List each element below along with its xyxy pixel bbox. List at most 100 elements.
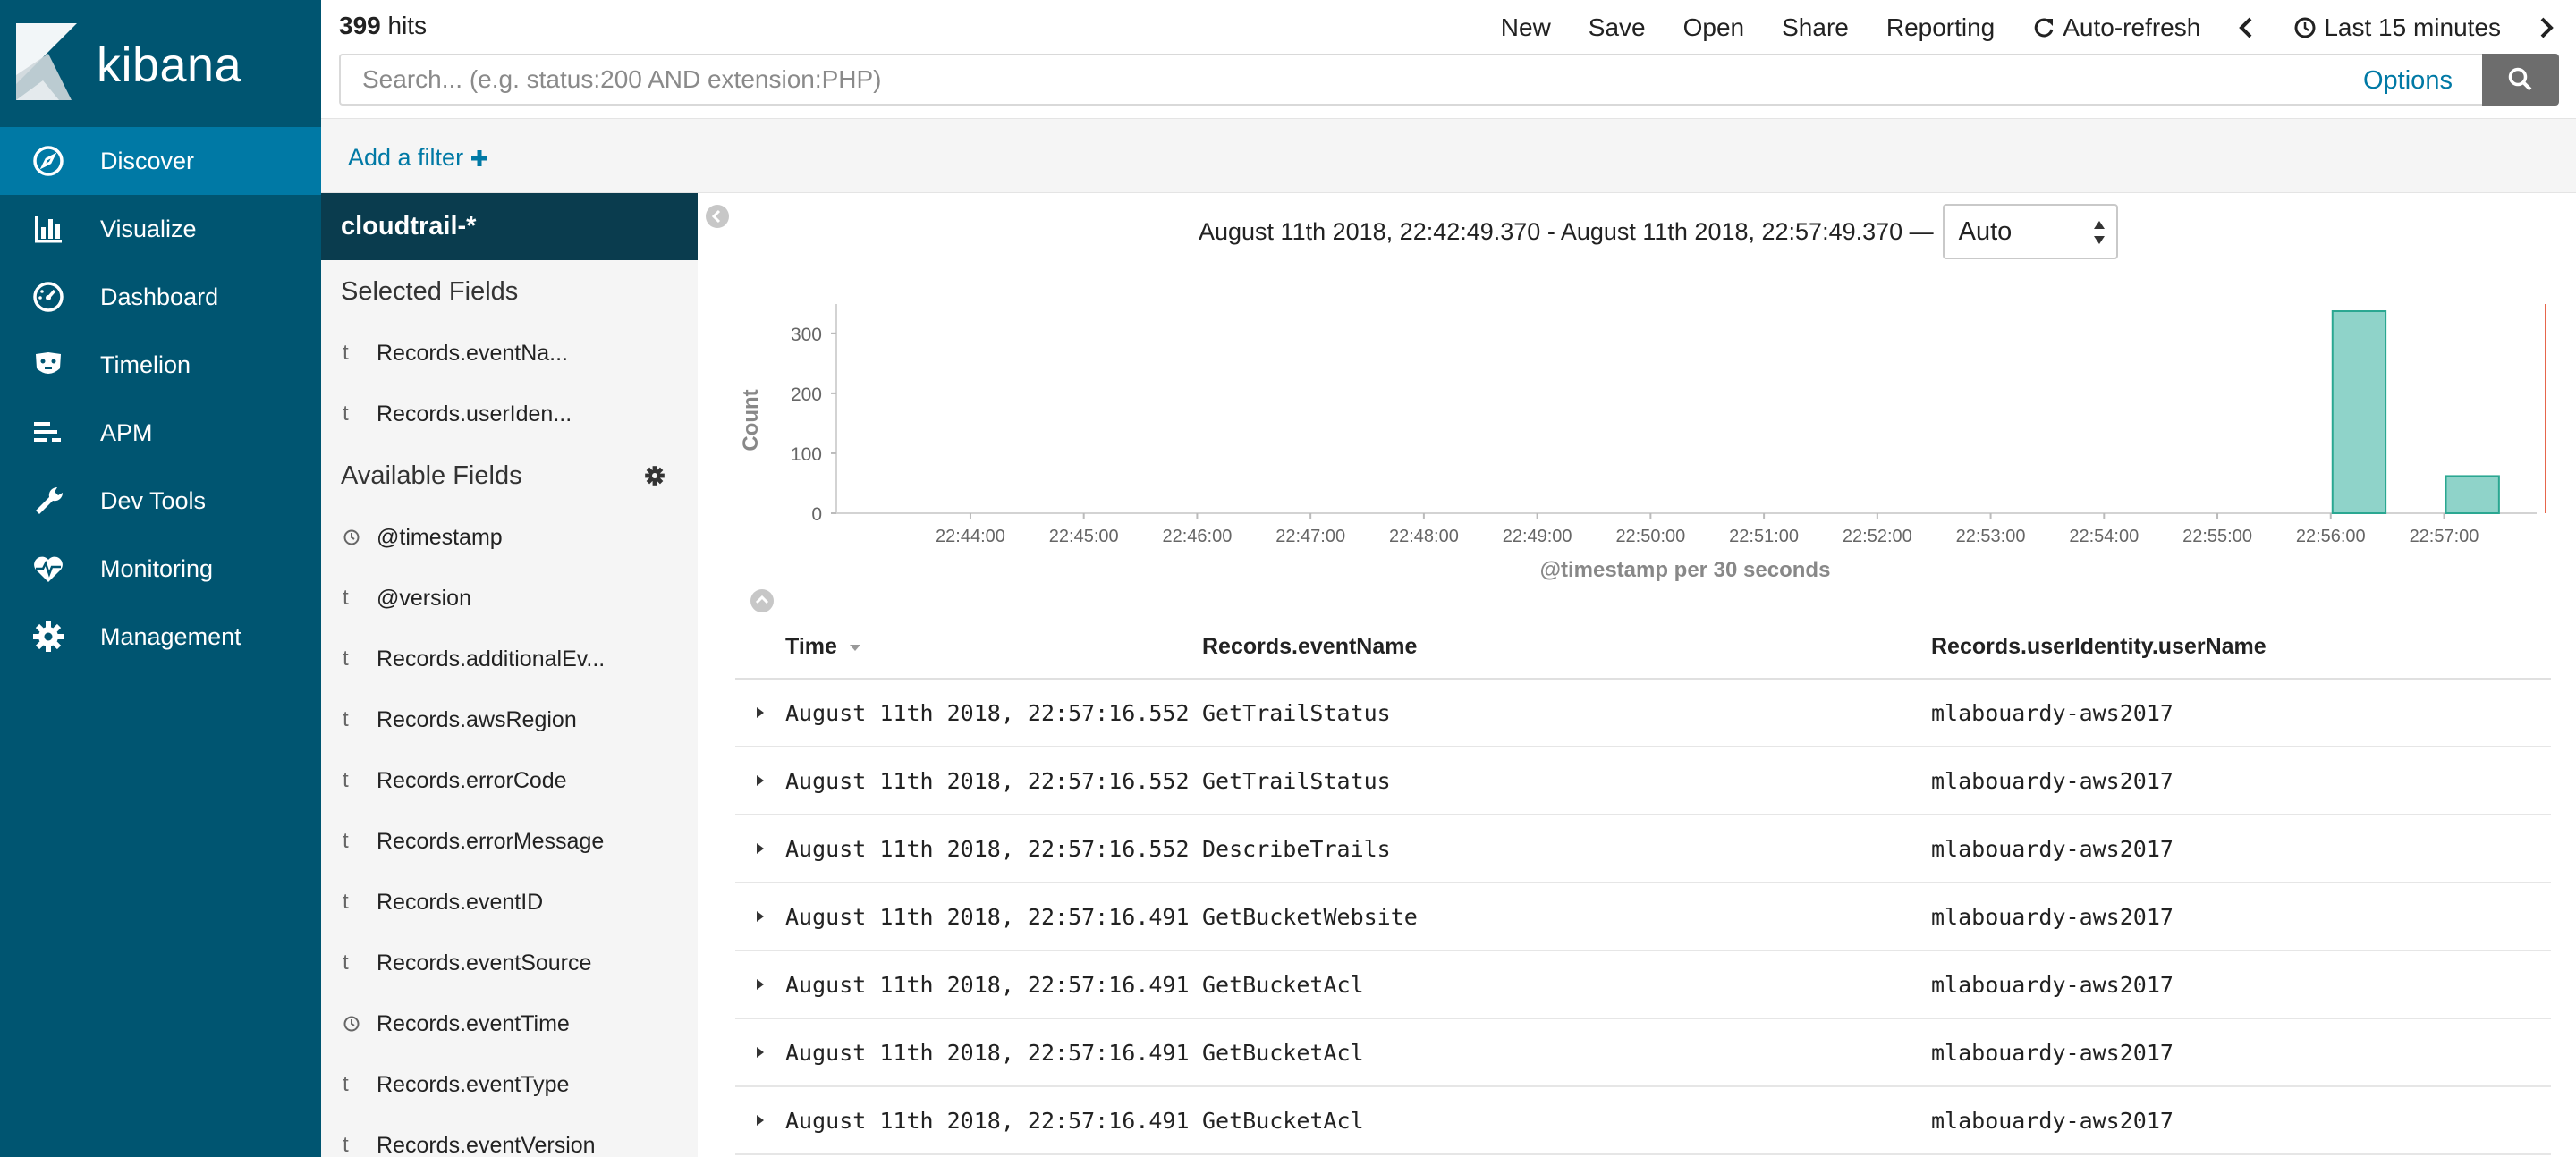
sidebar-item-management[interactable]: Management [0,603,321,671]
top-menu: New Save Open Share Reporting Auto-refre… [1501,0,2576,55]
interval-value: Auto [1958,216,2012,246]
cell-time: August 11th 2018, 22:57:16.491 [785,1039,1190,1066]
field-item[interactable]: t Records.awsRegion [321,689,698,750]
table-row[interactable]: August 11th 2018, 22:57:16.491 GetBucketA… [735,1087,2551,1155]
cell-user-name: mlabouardy-aws2017 [1931,1107,2174,1134]
compass-icon [33,146,64,176]
share-button[interactable]: Share [1782,13,1849,42]
index-pattern-selector[interactable]: cloudtrail-* [321,193,698,260]
reporting-button[interactable]: Reporting [1886,13,1995,42]
expand-row-button[interactable] [735,705,785,720]
top-bar: 399 hits New Save Open Share Reporting A… [321,0,2576,55]
search-icon [2508,67,2532,91]
document-table: Time Records.eventName Records.userIdent… [735,615,2551,1155]
expand-row-button[interactable] [735,841,785,856]
chevron-left-icon [2239,17,2252,38]
timelion-mask-icon [36,352,61,374]
x-tick-label: 22:49:00 [1503,527,1572,546]
sidebar-item-dashboard[interactable]: Dashboard [0,263,321,331]
cell-time: August 11th 2018, 22:57:16.491 [785,971,1190,998]
field-item[interactable]: t Records.additionalEv... [321,629,698,689]
collapse-sidebar-button[interactable] [705,204,730,233]
field-item[interactable]: Records.eventTime [321,993,698,1054]
field-settings-gear-icon[interactable] [644,465,665,486]
refresh-icon [2035,18,2054,38]
histogram-bar [2331,310,2387,514]
field-name: @version [377,585,471,611]
x-tick-label: 22:44:00 [936,527,1005,546]
sidebar-item-discover[interactable]: Discover [0,127,321,195]
discover-main: August 11th 2018, 22:42:49.370 - August … [698,193,2576,1157]
time-forward-button[interactable] [2538,16,2555,39]
sidebar-item-timelion[interactable]: Timelion [0,331,321,399]
collapse-chart-button[interactable] [750,588,775,618]
gear-icon [33,621,64,652]
table-row[interactable]: August 11th 2018, 22:57:16.552 GetTrailSt… [735,680,2551,747]
auto-refresh-button[interactable]: Auto-refresh [2032,13,2200,42]
bar-chart-icon [35,216,62,243]
kibana-logo-icon [16,23,77,100]
query-bar: Options [321,54,2576,107]
column-header-user-name[interactable]: Records.userIdentity.userName [1931,634,2548,660]
table-row[interactable]: August 11th 2018, 22:57:16.552 DescribeTr… [735,815,2551,883]
table-row[interactable]: August 11th 2018, 22:57:16.491 GetBucketW… [735,883,2551,951]
table-row[interactable]: August 11th 2018, 22:57:16.491 GetBucketA… [735,1019,2551,1087]
field-item[interactable]: t Records.eventType [321,1054,698,1115]
column-header-time[interactable]: Time [785,634,1202,660]
save-button[interactable]: Save [1589,13,1646,42]
sidebar-item-label: Timelion [100,350,191,378]
field-item[interactable]: t Records.userIden... [321,384,698,444]
new-button[interactable]: New [1501,13,1551,42]
collapse-left-icon [706,205,729,228]
field-item[interactable]: t @version [321,568,698,629]
table-row[interactable]: August 11th 2018, 22:57:16.552 GetTrailSt… [735,747,2551,815]
available-fields-title: Available Fields [321,444,698,507]
expand-row-button[interactable] [735,1045,785,1060]
field-item[interactable]: @timestamp [321,507,698,568]
column-header-label: Time [785,633,837,659]
x-tick-label: 22:55:00 [2182,527,2252,546]
cell-event-name: GetBucketAcl [1202,1107,1364,1134]
x-tick-label: 22:48:00 [1389,527,1459,546]
field-type-string: t [343,707,349,731]
column-header-event-name[interactable]: Records.eventName [1202,634,1931,660]
sidebar-item-dev-tools[interactable]: Dev Tools [0,467,321,535]
field-type-date [343,528,377,546]
expand-row-button[interactable] [735,977,785,992]
interval-select[interactable]: Auto [1942,204,2118,259]
table-row[interactable]: August 11th 2018, 22:57:16.491 GetBucketA… [735,951,2551,1019]
expand-row-button[interactable] [735,1113,785,1127]
search-button[interactable] [2482,54,2559,106]
field-item[interactable]: t Records.eventNa... [321,323,698,384]
time-back-button[interactable] [2238,16,2254,39]
time-picker-button[interactable]: Last 15 minutes [2293,13,2501,42]
sidebar-item-monitoring[interactable]: Monitoring [0,535,321,603]
cell-event-name: GetBucketAcl [1202,1039,1364,1066]
open-button[interactable]: Open [1683,13,1745,42]
filter-bar: Add a filter [321,118,2576,193]
field-name: @timestamp [377,524,503,550]
options-link[interactable]: Options [2363,66,2453,96]
field-item[interactable]: t Records.errorCode [321,750,698,811]
sidebar-item-apm[interactable]: APM [0,399,321,467]
field-item[interactable]: t Records.eventID [321,872,698,933]
field-item[interactable]: t Records.eventSource [321,933,698,993]
field-name: Records.additionalEv... [377,646,606,671]
expand-row-button[interactable] [735,773,785,788]
hits-number: 399 [339,12,381,39]
table-body: August 11th 2018, 22:57:16.552 GetTrailSt… [735,680,2551,1155]
kibana-logo[interactable]: kibana [16,23,320,104]
search-input[interactable] [339,54,2482,106]
cell-event-name: GetTrailStatus [1202,699,1391,726]
time-range-text: August 11th 2018, 22:42:49.370 - August … [1199,217,1934,245]
expand-row-button[interactable] [735,909,785,924]
cell-time: August 11th 2018, 22:57:16.552 [785,767,1190,794]
sort-descending-icon[interactable] [849,643,861,652]
x-tick-label: 22:51:00 [1729,527,1799,546]
add-filter-button[interactable]: Add a filter [348,144,488,172]
field-type-string: t [343,890,349,914]
sidebar-item-visualize[interactable]: Visualize [0,195,321,263]
sidebar-item-label: Dashboard [100,283,219,310]
field-item[interactable]: t Records.eventVersion [321,1115,698,1157]
field-item[interactable]: t Records.errorMessage [321,811,698,872]
